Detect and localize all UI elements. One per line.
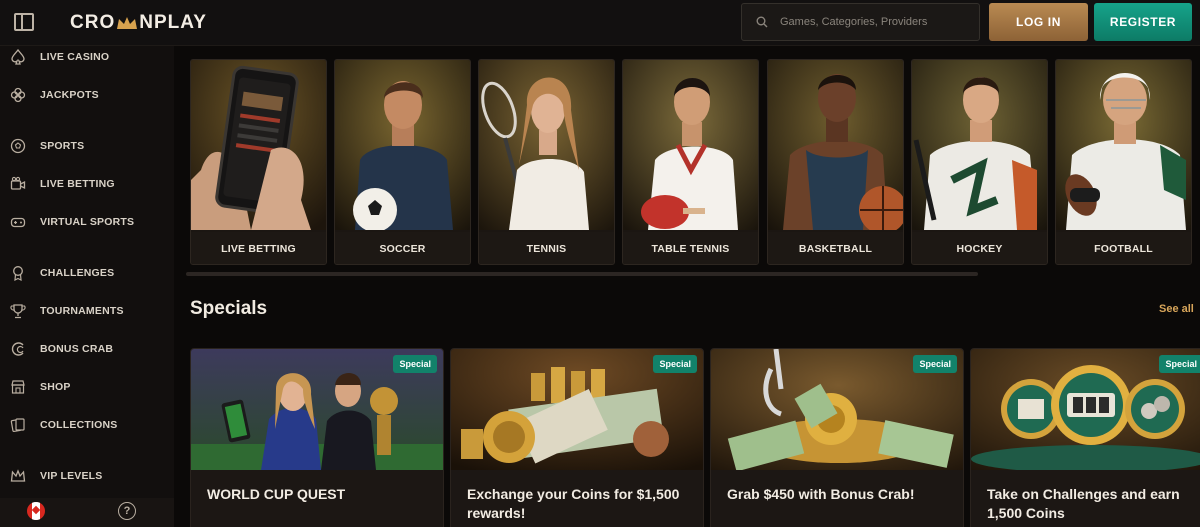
crab-icon [9, 340, 27, 358]
specials-title: Specials [190, 298, 268, 319]
sidebar-item-shop[interactable]: SHOP [0, 373, 174, 403]
sidebar-item-vip-levels[interactable]: VIP LEVELS [0, 462, 174, 492]
promo-card-challenges[interactable]: Special Take on Challenges and earn 1,50… [970, 348, 1200, 527]
see-all-link[interactable]: See all [1159, 303, 1194, 315]
promo-title: Take on Challenges and earn 1,500 Coins [987, 486, 1180, 521]
special-badge: Special [1159, 355, 1200, 373]
sidebar-item-label: BONUS CRAB [40, 343, 114, 355]
sidebar-item-live-casino[interactable]: LIVE CASINO [0, 43, 174, 73]
logo-text-right: NPLAY [139, 12, 207, 33]
sidebar-footer: ? [0, 498, 174, 527]
medal-icon [9, 264, 27, 282]
clover-icon [9, 86, 27, 104]
soccer-ball-icon [9, 137, 27, 155]
table-tennis-player-icon [623, 60, 758, 230]
sport-card-football[interactable]: FOOTBALL [1055, 59, 1192, 265]
sidebar-item-collections[interactable]: COLLECTIONS [0, 411, 174, 441]
tennis-player-icon [479, 60, 614, 230]
special-badge: Special [393, 355, 437, 373]
sport-card-label: SOCCER [335, 232, 470, 264]
sidebar-item-live-betting[interactable]: LIVE BETTING [0, 170, 174, 200]
sidebar-item-label: SHOP [40, 381, 71, 393]
horizontal-scrollbar[interactable] [186, 272, 978, 276]
sport-card-table-tennis[interactable]: TABLE TENNIS [622, 59, 759, 265]
video-camera-icon [9, 175, 27, 193]
spade-icon [9, 48, 27, 66]
sidebar-item-challenges[interactable]: CHALLENGES [0, 259, 174, 289]
promo-card-world-cup-quest[interactable]: Special WORLD CUP QUEST [190, 348, 444, 527]
sidebar-toggle-icon[interactable] [14, 13, 34, 31]
sidebar-item-label: SPORTS [40, 140, 85, 152]
sport-card-label: TENNIS [479, 232, 614, 264]
sidebar-item-bonus-crab[interactable]: BONUS CRAB [0, 335, 174, 365]
basketball-player-icon [768, 60, 903, 230]
sidebar-item-label: TOURNAMENTS [40, 305, 124, 317]
sidebar: LIVE CASINO JACKPOTS SPORTS LIVE BETTING… [0, 46, 174, 527]
sport-card-label: LIVE BETTING [191, 232, 326, 264]
logo[interactable]: CRO NPLAY [70, 12, 207, 34]
sidebar-item-jackpots[interactable]: JACKPOTS [0, 81, 174, 111]
trophy-icon [9, 302, 27, 320]
promo-title: WORLD CUP QUEST [207, 486, 346, 502]
promo-card-exchange-coins[interactable]: Special Exchange your Coins for $1,500 r… [450, 348, 704, 527]
help-icon[interactable]: ? [118, 502, 136, 520]
sidebar-item-label: VIRTUAL SPORTS [40, 216, 135, 228]
canada-flag-icon[interactable] [27, 502, 45, 520]
sidebar-item-label: COLLECTIONS [40, 419, 118, 431]
register-button[interactable]: REGISTER [1094, 3, 1192, 41]
login-button[interactable]: LOG IN [989, 3, 1088, 41]
sidebar-item-label: CHALLENGES [40, 267, 115, 279]
sidebar-item-sports[interactable]: SPORTS [0, 132, 174, 162]
top-bar: CRO NPLAY LOG IN REGISTER [0, 0, 1200, 46]
hockey-player-icon [912, 60, 1047, 230]
cards-icon [9, 416, 27, 434]
phone-icon [191, 60, 326, 230]
sport-card-tennis[interactable]: TENNIS [478, 59, 615, 265]
logo-text-left: CRO [70, 12, 116, 33]
sport-card-soccer[interactable]: SOCCER [334, 59, 471, 265]
sport-card-basketball[interactable]: BASKETBALL [767, 59, 904, 265]
search-box[interactable] [741, 3, 980, 41]
sidebar-item-tournaments[interactable]: TOURNAMENTS [0, 297, 174, 327]
promo-card-bonus-crab[interactable]: Special Grab $450 with Bonus Crab! [710, 348, 964, 527]
crown-icon [9, 467, 27, 485]
shop-icon [9, 378, 27, 396]
sport-card-label: BASKETBALL [768, 232, 903, 264]
special-badge: Special [913, 355, 957, 373]
football-player-icon [1056, 60, 1191, 230]
crown-icon [116, 15, 138, 31]
sport-card-label: TABLE TENNIS [623, 232, 758, 264]
search-icon [756, 16, 768, 28]
sport-card-hockey[interactable]: HOCKEY [911, 59, 1048, 265]
special-badge: Special [653, 355, 697, 373]
search-input[interactable] [780, 16, 960, 28]
promo-title: Exchange your Coins for $1,500 rewards! [467, 486, 680, 521]
sidebar-item-virtual-sports[interactable]: VIRTUAL SPORTS [0, 208, 174, 238]
gamepad-icon [9, 213, 27, 231]
sport-card-label: HOCKEY [912, 232, 1047, 264]
sport-card-live-betting[interactable]: LIVE BETTING [190, 59, 327, 265]
sidebar-item-label: LIVE CASINO [40, 51, 110, 63]
sport-card-label: FOOTBALL [1056, 232, 1191, 264]
sidebar-item-label: JACKPOTS [40, 89, 99, 101]
soccer-player-icon [335, 60, 470, 230]
sidebar-item-label: VIP LEVELS [40, 470, 103, 482]
main-content: LIVE BETTING SOCCER TENNIS TABLE TENNIS … [174, 46, 1200, 527]
sidebar-item-label: LIVE BETTING [40, 178, 115, 190]
promo-title: Grab $450 with Bonus Crab! [727, 486, 915, 502]
